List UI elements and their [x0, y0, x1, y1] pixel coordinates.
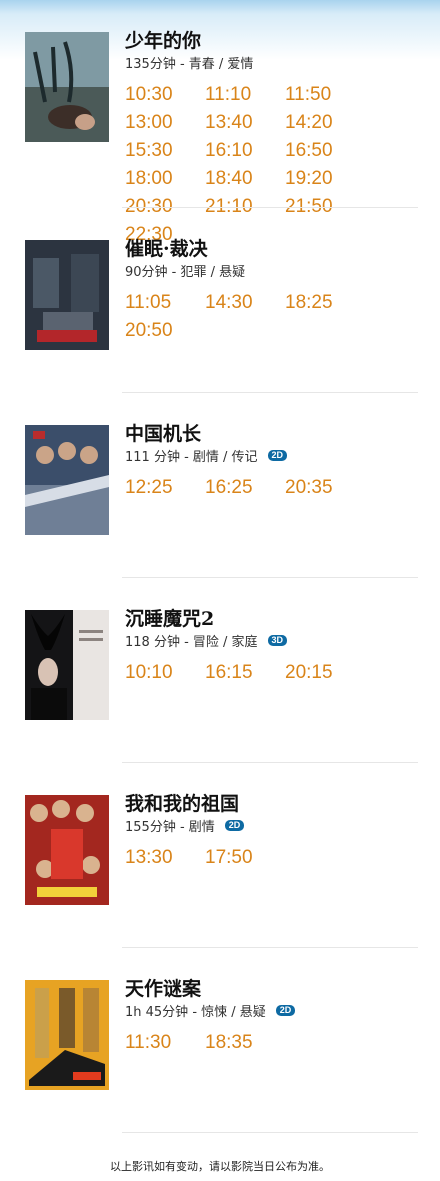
footer-notice: 以上影讯如有变动，请以影院当日公布为准。 — [110, 1160, 330, 1173]
showtime-list: 11:30 18:35 — [125, 1029, 425, 1057]
showtime[interactable]: 16:50 — [285, 137, 365, 165]
showtime[interactable]: 11:30 — [125, 1029, 205, 1057]
showtime[interactable]: 16:25 — [205, 474, 285, 502]
movie-meta-text: 111 分钟 - 剧情 / 传记 — [125, 450, 258, 465]
movie-item-3[interactable]: 中国机长 111 分钟 - 剧情 / 传记 2D 12:25 16:25 20:35 — [0, 393, 440, 578]
movie-poster[interactable] — [25, 425, 109, 535]
showtime[interactable]: 12:25 — [125, 474, 205, 502]
movie-poster[interactable] — [25, 32, 109, 142]
movie-item-6[interactable]: 天作谜案 1h 45分钟 - 惊悚 / 悬疑 2D 11:30 18:35 — [0, 948, 440, 1133]
movie-meta-text: 90分钟 - 犯罪 / 悬疑 — [125, 265, 246, 280]
showtime[interactable]: 18:40 — [205, 165, 285, 193]
showtime[interactable]: 20:35 — [285, 474, 365, 502]
movie-poster[interactable] — [25, 610, 109, 720]
showtime-list: 10:10 16:15 20:15 — [125, 659, 425, 687]
movie-poster[interactable] — [25, 795, 109, 905]
divider — [122, 1132, 418, 1133]
movie-title[interactable]: 天作谜案 — [125, 974, 201, 1001]
showtime[interactable]: 15:30 — [125, 137, 205, 165]
movie-meta-text: 135分钟 - 青春 / 爱情 — [125, 57, 254, 72]
showtime[interactable]: 16:10 — [205, 137, 285, 165]
showtime[interactable]: 13:00 — [125, 109, 205, 137]
format-badge: 2D — [275, 1005, 296, 1016]
movie-meta: 1h 45分钟 - 惊悚 / 悬疑 2D — [125, 1001, 296, 1020]
showtime[interactable]: 18:25 — [285, 289, 365, 317]
movie-poster[interactable] — [25, 980, 109, 1090]
movie-item-1[interactable]: 少年的你 135分钟 - 青春 / 爱情 10:30 11:10 11:50 13:0… — [0, 0, 440, 245]
showtime[interactable]: 10:10 — [125, 659, 205, 687]
format-badge: 2D — [224, 820, 245, 831]
showtime[interactable]: 13:30 — [125, 844, 205, 872]
showtime[interactable]: 16:15 — [205, 659, 285, 687]
showtime-list: 13:30 17:50 — [125, 844, 425, 872]
format-badge: 2D — [267, 450, 288, 461]
showtime[interactable]: 17:50 — [205, 844, 285, 872]
showtime[interactable]: 19:20 — [285, 165, 365, 193]
movie-item-4[interactable]: 沉睡魔咒2 118 分钟 - 冒险 / 家庭 3D 10:10 16:15 20:15 — [0, 578, 440, 763]
movie-meta: 90分钟 - 犯罪 / 悬疑 — [125, 261, 245, 280]
movie-title[interactable]: 沉睡魔咒2 — [125, 604, 214, 631]
showtime[interactable]: 20:50 — [125, 317, 205, 345]
showtime[interactable]: 11:10 — [205, 81, 285, 109]
showtime[interactable]: 20:15 — [285, 659, 365, 687]
showtime[interactable]: 11:05 — [125, 289, 205, 317]
showtime[interactable]: 18:35 — [205, 1029, 285, 1057]
movie-poster[interactable] — [25, 240, 109, 350]
showtime-list: 12:25 16:25 20:35 — [125, 474, 425, 502]
movie-meta: 135分钟 - 青春 / 爱情 — [125, 53, 253, 72]
movie-meta-text: 155分钟 - 剧情 — [125, 820, 215, 835]
showtime[interactable]: 14:30 — [205, 289, 285, 317]
format-badge: 3D — [267, 635, 288, 646]
movie-meta: 155分钟 - 剧情 2D — [125, 816, 245, 835]
movie-item-2[interactable]: 催眠·裁决 90分钟 - 犯罪 / 悬疑 11:05 14:30 18:25 20:5… — [0, 208, 440, 393]
movie-title[interactable]: 少年的你 — [125, 26, 201, 53]
movie-meta: 118 分钟 - 冒险 / 家庭 3D — [125, 631, 288, 650]
movie-title[interactable]: 催眠·裁决 — [125, 234, 208, 261]
movie-title[interactable]: 我和我的祖国 — [125, 789, 239, 816]
movie-title[interactable]: 中国机长 — [125, 419, 201, 446]
movie-meta-text: 118 分钟 - 冒险 / 家庭 — [125, 635, 258, 650]
showtime[interactable]: 11:50 — [285, 81, 365, 109]
showtime[interactable]: 13:40 — [205, 109, 285, 137]
movie-meta: 111 分钟 - 剧情 / 传记 2D — [125, 446, 288, 465]
movie-meta-text: 1h 45分钟 - 惊悚 / 悬疑 — [125, 1005, 266, 1020]
movie-item-5[interactable]: 我和我的祖国 155分钟 - 剧情 2D 13:30 17:50 — [0, 763, 440, 948]
showtime-list: 11:05 14:30 18:25 20:50 — [125, 289, 425, 345]
showtime[interactable]: 18:00 — [125, 165, 205, 193]
showtime[interactable]: 14:20 — [285, 109, 365, 137]
showtime[interactable]: 10:30 — [125, 81, 205, 109]
